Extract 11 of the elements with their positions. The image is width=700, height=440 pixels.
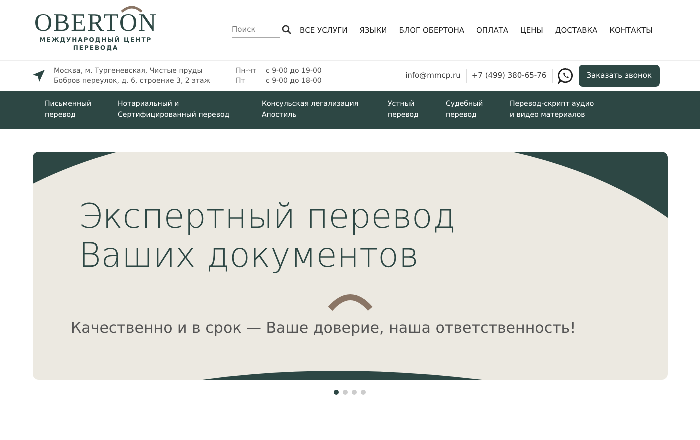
logo-wordmark[interactable]: OBERTON [34, 11, 158, 37]
slide-dot[interactable] [361, 390, 366, 395]
banner-subtitle: Качественно и в срок — Ваше доверие, наша ответственность! [71, 319, 578, 337]
slide-dot[interactable] [334, 390, 339, 395]
logo-arc-icon [120, 5, 144, 13]
slide-dot[interactable] [343, 390, 348, 395]
banner-title: Экспертный перевод Ваших документов [79, 198, 457, 276]
location-icon [32, 68, 46, 82]
slide-dot[interactable] [352, 390, 357, 395]
whatsapp-icon[interactable] [558, 68, 574, 84]
search-icon [282, 25, 292, 35]
